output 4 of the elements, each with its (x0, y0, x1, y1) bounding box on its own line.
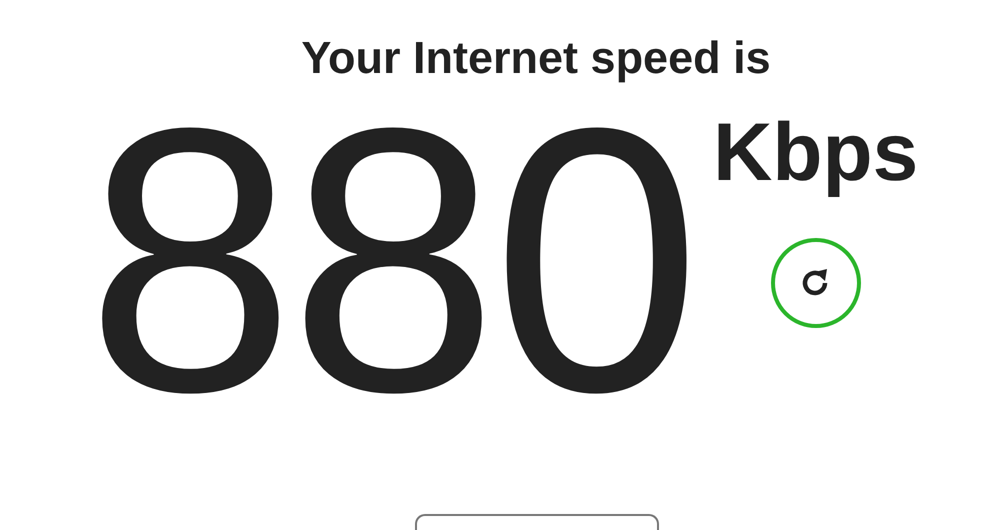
headline: Your Internet speed is (301, 32, 771, 84)
speed-value: 880 (86, 90, 696, 430)
outlined-button[interactable] (415, 514, 659, 530)
speed-unit: Kbps (713, 108, 918, 198)
